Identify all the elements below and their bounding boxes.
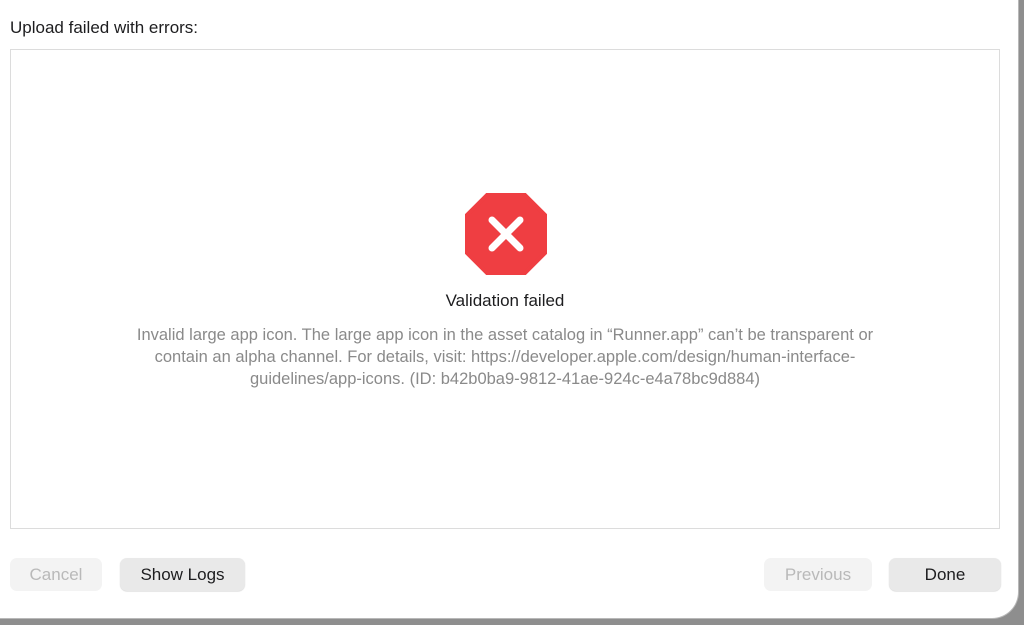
previous-button[interactable]: Previous [764,558,872,591]
cancel-button[interactable]: Cancel [10,558,102,591]
validation-title: Validation failed [445,291,565,310]
validation-message: Invalid large app icon. The large app ic… [71,324,939,390]
done-button[interactable]: Done [889,558,1001,591]
message-line: Invalid large app icon. The large app ic… [136,326,874,344]
upload-result-sheet: Upload failed with errors: Validation fa… [0,0,1018,618]
message-line: contain an alpha channel. For details, v… [154,348,856,366]
message-line: guidelines/app-icons. (ID: b42b0ba9-9812… [249,370,761,388]
show-logs-button[interactable]: Show Logs [120,558,245,591]
error-panel: Validation failed Invalid large app icon… [10,49,1000,529]
sheet-header: Upload failed with errors: [10,18,199,37]
error-octagon-icon [465,193,547,275]
